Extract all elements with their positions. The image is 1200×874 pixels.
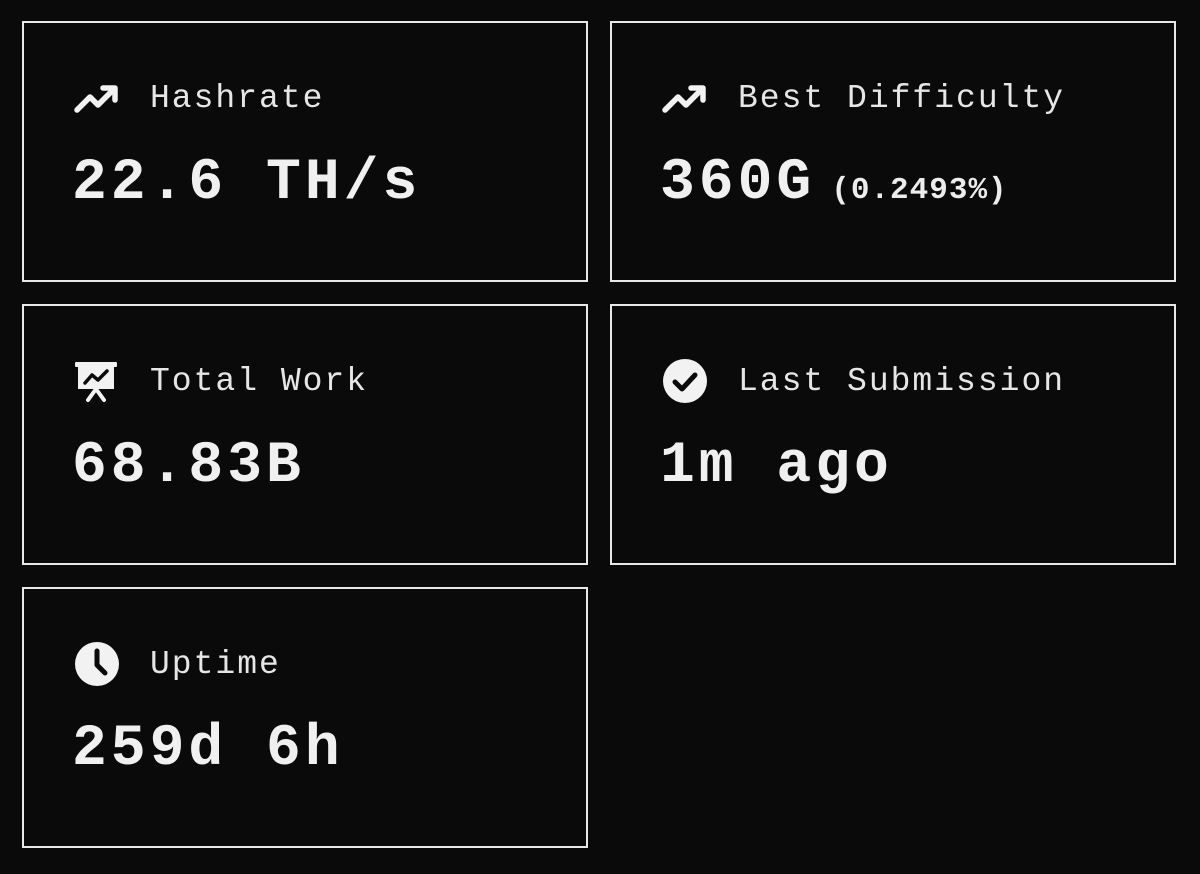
presentation-chart-icon xyxy=(74,358,122,404)
best-difficulty-value-text: 360G xyxy=(660,151,816,216)
uptime-card: Uptime 259d 6h xyxy=(22,587,588,848)
total-work-label: Total Work xyxy=(150,362,369,400)
hashrate-value-text: 22.6 TH/s xyxy=(72,151,422,216)
uptime-header: Uptime xyxy=(74,641,281,687)
uptime-label: Uptime xyxy=(150,645,281,683)
hashrate-card: Hashrate 22.6 TH/s xyxy=(22,21,588,282)
total-work-header: Total Work xyxy=(74,358,368,404)
total-work-value-text: 68.83B xyxy=(72,434,305,499)
last-submission-value: 1m ago xyxy=(660,434,893,499)
last-submission-value-text: 1m ago xyxy=(660,434,893,499)
hashrate-header: Hashrate xyxy=(74,75,324,121)
clock-icon xyxy=(74,641,122,687)
total-work-value: 68.83B xyxy=(72,434,305,499)
trending-up-icon xyxy=(74,75,122,121)
best-difficulty-value: 360G (0.2493%) xyxy=(660,151,1008,216)
trending-up-icon xyxy=(662,75,710,121)
total-work-card: Total Work 68.83B xyxy=(22,304,588,565)
last-submission-header: Last Submission xyxy=(662,358,1065,404)
best-difficulty-header: Best Difficulty xyxy=(662,75,1065,121)
hashrate-value: 22.6 TH/s xyxy=(72,151,421,216)
last-submission-card: Last Submission 1m ago xyxy=(610,304,1176,565)
last-submission-label: Last Submission xyxy=(738,362,1066,400)
stats-grid: Hashrate 22.6 TH/s Best Difficulty 360G … xyxy=(22,21,1176,848)
hashrate-label: Hashrate xyxy=(150,79,325,117)
best-difficulty-label: Best Difficulty xyxy=(738,79,1066,117)
uptime-value: 259d 6h xyxy=(72,717,344,782)
best-difficulty-percent: (0.2493%) xyxy=(831,173,1008,208)
check-circle-icon xyxy=(662,358,710,404)
uptime-value-text: 259d 6h xyxy=(72,717,344,782)
best-difficulty-card: Best Difficulty 360G (0.2493%) xyxy=(610,21,1176,282)
